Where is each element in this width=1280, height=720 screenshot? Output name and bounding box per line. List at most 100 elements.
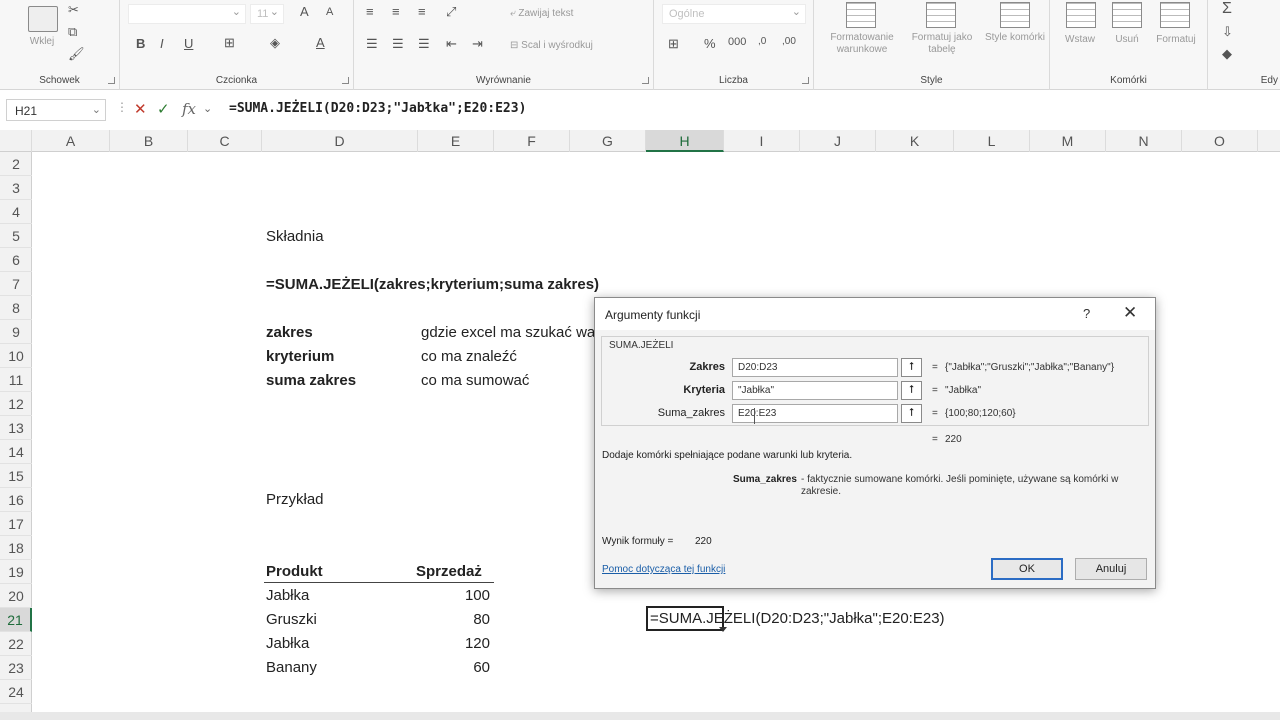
delete-cells-icon[interactable] xyxy=(1112,2,1142,28)
font-color-button[interactable]: A xyxy=(316,35,325,50)
orientation-icon[interactable]: ⤢ xyxy=(446,4,456,20)
arg-input-kryteria[interactable]: "Jabłka" xyxy=(732,381,898,400)
cell-styles-button[interactable]: Style komórki xyxy=(982,32,1048,44)
fill-color-icon[interactable]: ◈ xyxy=(270,35,280,51)
cell-arg-name[interactable]: zakres xyxy=(266,321,313,345)
collapse-dialog-icon[interactable]: ⭡ xyxy=(901,404,922,423)
row-header[interactable]: 14 xyxy=(0,440,32,464)
fill-icon[interactable]: ⇩ xyxy=(1222,24,1233,40)
row-header[interactable]: 16 xyxy=(0,488,32,512)
conditional-formatting-button[interactable]: Formatowanie warunkowe xyxy=(820,32,904,56)
conditional-formatting-icon[interactable] xyxy=(846,2,876,28)
borders-icon[interactable]: ⊞ xyxy=(224,35,235,51)
column-header-e[interactable]: E xyxy=(418,130,494,152)
cell-syntax-formula[interactable]: =SUMA.JEŻELI(zakres;kryterium;suma zakre… xyxy=(266,273,599,297)
align-center-icon[interactable]: ☰ xyxy=(392,36,404,52)
table-row-sales[interactable]: 100 xyxy=(416,584,490,608)
row-header[interactable]: 6 xyxy=(0,248,32,272)
column-header-f[interactable]: F xyxy=(494,130,570,152)
formula-input[interactable]: =SUMA.JEŻELI(D20:D23;"Jabłka";E20:E23) xyxy=(229,101,526,116)
format-button[interactable]: Formatuj xyxy=(1148,34,1204,46)
currency-icon[interactable]: ⊞ xyxy=(668,36,679,52)
paste-button[interactable]: Wklej xyxy=(24,36,60,48)
column-header-a[interactable]: A xyxy=(32,130,110,152)
cell-arg-desc[interactable]: gdzie excel ma szukać wa xyxy=(421,321,595,345)
increase-indent-icon[interactable]: ⇥ xyxy=(472,36,483,52)
align-bottom-icon[interactable]: ≡ xyxy=(418,4,426,19)
cell-syntax-heading[interactable]: Składnia xyxy=(266,225,324,249)
italic-button[interactable]: I xyxy=(160,36,164,51)
table-header-sales[interactable]: Sprzedaż xyxy=(416,560,482,584)
align-left-icon[interactable]: ☰ xyxy=(366,36,378,52)
shrink-font-button[interactable]: A xyxy=(326,6,333,18)
row-header[interactable]: 23 xyxy=(0,656,32,680)
underline-button[interactable]: U xyxy=(184,36,193,51)
merge-center-button[interactable]: ⊟ Scal i wyśrodkuj xyxy=(510,40,593,52)
row-header[interactable]: 24 xyxy=(0,680,32,704)
align-right-icon[interactable]: ☰ xyxy=(418,36,430,52)
cell-example-heading[interactable]: Przykład xyxy=(266,488,324,512)
help-icon[interactable]: ? xyxy=(1083,306,1090,321)
column-header-o[interactable]: O xyxy=(1182,130,1258,152)
font-size-dropdown[interactable]: 11 xyxy=(250,4,284,24)
insert-button[interactable]: Wstaw xyxy=(1056,34,1104,46)
comma-style-icon[interactable]: 000 xyxy=(728,36,746,48)
row-header[interactable]: 22 xyxy=(0,632,32,656)
chevron-down-icon[interactable]: ⌄ xyxy=(92,103,101,116)
format-painter-icon[interactable]: 🖌 xyxy=(68,46,85,62)
font-name-dropdown[interactable] xyxy=(128,4,246,24)
number-format-dropdown[interactable]: Ogólne xyxy=(662,4,806,24)
table-row-product[interactable]: Jabłka xyxy=(266,584,309,608)
row-header[interactable]: 17 xyxy=(0,512,32,536)
row-header[interactable]: 13 xyxy=(0,416,32,440)
column-header-l[interactable]: L xyxy=(954,130,1030,152)
grow-font-button[interactable]: A xyxy=(300,4,309,19)
row-header[interactable]: 9 xyxy=(0,320,32,344)
column-header-k[interactable]: K xyxy=(876,130,954,152)
table-row-sales[interactable]: 60 xyxy=(416,656,490,680)
bold-button[interactable]: B xyxy=(136,36,145,51)
column-header-n[interactable]: N xyxy=(1106,130,1182,152)
clear-icon[interactable]: ◆ xyxy=(1222,46,1232,62)
cell-arg-desc[interactable]: co ma znaleźć xyxy=(421,345,517,369)
increase-decimal-icon[interactable]: ,0 xyxy=(758,36,766,47)
row-header[interactable]: 11 xyxy=(0,368,32,392)
help-link[interactable]: Pomoc dotycząca tej funkcji xyxy=(602,564,725,575)
decrease-indent-icon[interactable]: ⇤ xyxy=(446,36,457,52)
cell-arg-name[interactable]: kryterium xyxy=(266,345,334,369)
enter-icon[interactable]: ✓ xyxy=(157,100,170,118)
cell-styles-icon[interactable] xyxy=(1000,2,1030,28)
column-header-j[interactable]: J xyxy=(800,130,876,152)
column-header-g[interactable]: G xyxy=(570,130,646,152)
format-as-table-button[interactable]: Formatuj jako tabelę xyxy=(902,32,982,56)
ok-button[interactable]: OK xyxy=(991,558,1063,580)
insert-cells-icon[interactable] xyxy=(1066,2,1096,28)
row-header[interactable]: 5 xyxy=(0,224,32,248)
row-header[interactable]: 20 xyxy=(0,584,32,608)
insert-function-button[interactable]: fx xyxy=(182,100,196,118)
row-header[interactable]: 12 xyxy=(0,392,32,416)
font-launcher-icon[interactable] xyxy=(342,77,349,84)
cell-arg-desc[interactable]: co ma sumować xyxy=(421,369,529,393)
delete-button[interactable]: Usuń xyxy=(1106,34,1148,46)
cancel-icon[interactable]: ✕ xyxy=(134,100,147,118)
align-middle-icon[interactable]: ≡ xyxy=(392,4,400,19)
cut-icon[interactable]: ✂ xyxy=(68,2,79,18)
row-header[interactable]: 18 xyxy=(0,536,32,560)
column-header-m[interactable]: M xyxy=(1030,130,1106,152)
column-header-b[interactable]: B xyxy=(110,130,188,152)
name-box[interactable]: H21 ⌄ xyxy=(6,99,106,121)
table-row-sales[interactable]: 120 xyxy=(416,632,490,656)
drag-handle-icon[interactable]: ⋮ xyxy=(116,100,128,114)
row-header[interactable]: 19 xyxy=(0,560,32,584)
dialog-titlebar[interactable]: Argumenty funkcji ? ✕ xyxy=(595,298,1155,330)
collapse-dialog-icon[interactable]: ⭡ xyxy=(901,358,922,377)
formula-expand-icon[interactable]: ⌄ xyxy=(203,102,212,115)
autosum-button[interactable]: Σ xyxy=(1222,0,1232,18)
number-launcher-icon[interactable] xyxy=(802,77,809,84)
column-header-d[interactable]: D xyxy=(262,130,418,152)
row-header-active[interactable]: 21 xyxy=(0,608,32,632)
cell-arg-name[interactable]: suma zakres xyxy=(266,369,356,393)
table-header-product[interactable]: Produkt xyxy=(266,560,323,584)
column-header-h[interactable]: H xyxy=(646,130,724,152)
